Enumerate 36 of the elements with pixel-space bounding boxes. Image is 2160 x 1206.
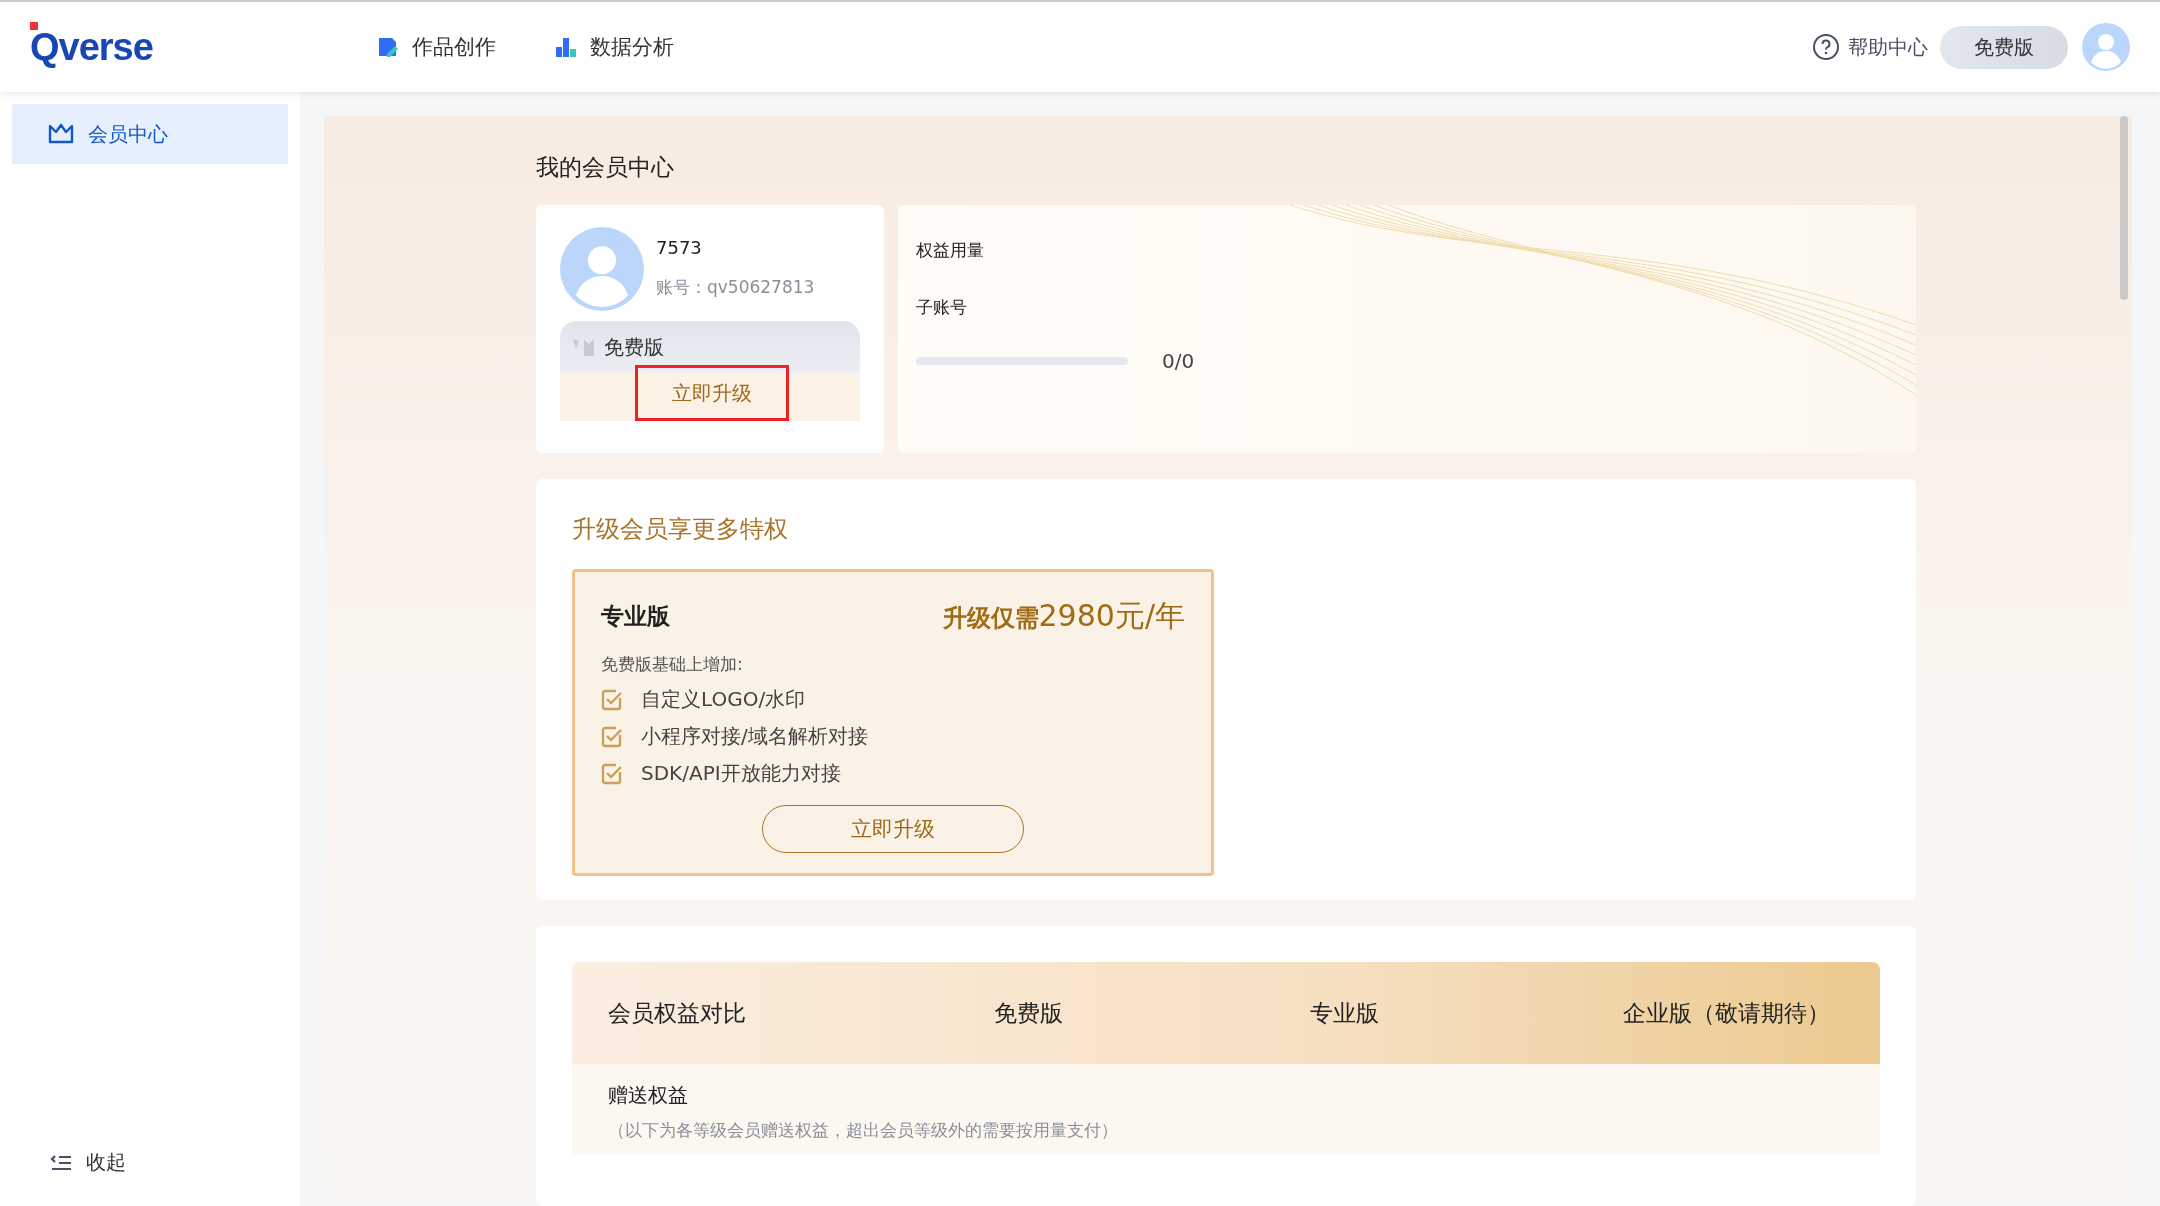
help-icon bbox=[1812, 33, 1840, 61]
avatar-icon[interactable] bbox=[2082, 23, 2130, 71]
group-title: 赠送权益 bbox=[608, 1082, 689, 1109]
user-name: 7573 bbox=[656, 237, 703, 258]
upgrade-button[interactable]: 立即升级 bbox=[635, 365, 789, 421]
page-title: 我的会员中心 bbox=[536, 153, 675, 182]
collapse-icon bbox=[50, 1153, 72, 1172]
qverse-logo[interactable]: Qverse bbox=[30, 25, 180, 69]
sub-account-label: 子账号 bbox=[916, 296, 968, 319]
crown-icon bbox=[48, 123, 74, 145]
column-header: 免费版 bbox=[994, 998, 1064, 1028]
collapse-button[interactable]: 收起 bbox=[12, 1149, 288, 1176]
bar-chart-icon bbox=[554, 35, 578, 59]
column-header: 企业版（敬请期待） bbox=[1623, 998, 1830, 1028]
document-icon bbox=[376, 35, 400, 59]
avatar-icon bbox=[560, 227, 644, 311]
column-header: 会员权益对比 bbox=[608, 998, 747, 1028]
usage-title: 权益用量 bbox=[916, 239, 985, 262]
plan-name: 免费版 bbox=[604, 333, 664, 361]
help-center-link[interactable]: 帮助中心 bbox=[1812, 33, 1928, 61]
plan-intro: 免费版基础上增加: bbox=[601, 653, 744, 676]
section-title: 升级会员享更多特权 bbox=[572, 514, 789, 545]
nav-link[interactable]: 数据分析 bbox=[554, 33, 674, 61]
nav-link[interactable]: 作品创作 bbox=[376, 33, 496, 61]
plan-badge: 免费版 bbox=[1940, 25, 2068, 69]
plan-price: 升级仅需2980元/年 bbox=[942, 597, 1185, 635]
feature-text: 自定义LOGO/水印 bbox=[641, 686, 806, 713]
scrollbar[interactable] bbox=[2120, 116, 2128, 300]
feature-text: SDK/API开放能力对接 bbox=[641, 760, 841, 787]
group-note: （以下为各等级会员赠送权益，超出会员等级外的需要按用量支付） bbox=[608, 1119, 1119, 1142]
sidebar-item[interactable]: 会员中心 bbox=[12, 104, 288, 164]
usage-reading: 0/0 bbox=[1162, 349, 1195, 373]
column-header: 专业版 bbox=[1310, 998, 1380, 1028]
account-id: 账号：qv50627813 bbox=[656, 276, 815, 299]
feature-text: 小程序对接/域名解析对接 bbox=[641, 723, 868, 750]
plan-name: 专业版 bbox=[601, 602, 670, 631]
